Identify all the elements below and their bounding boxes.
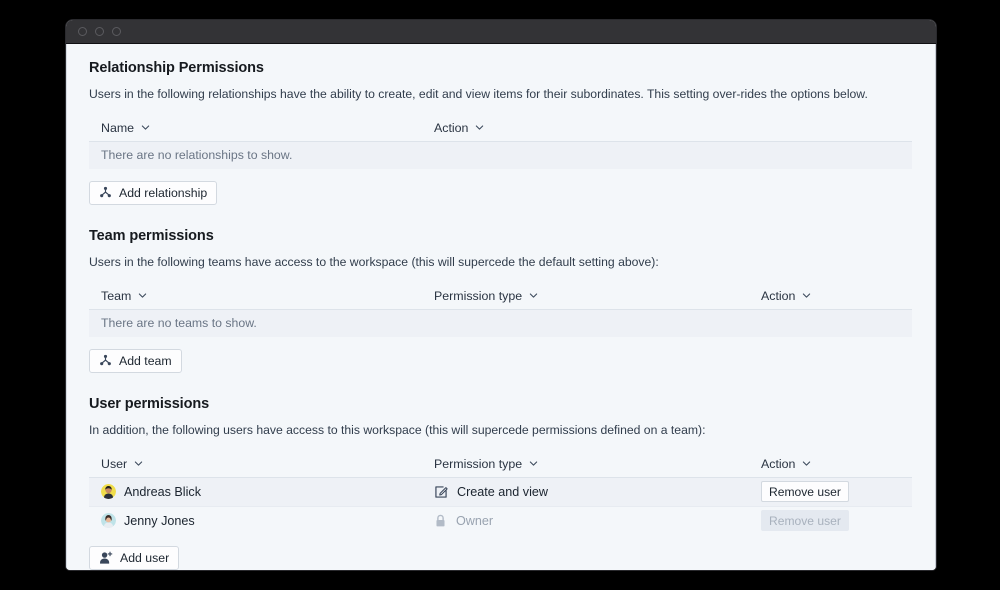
avatar — [101, 513, 116, 529]
permission-type-label: Create and view — [457, 484, 549, 499]
column-header-permission-type-label: Permission type — [434, 289, 523, 304]
add-relationship-button[interactable]: Add relationship — [89, 180, 218, 205]
remove-user-button-label: Remove user — [769, 513, 841, 528]
avatar — [101, 484, 116, 500]
relationship-table: Name Action There are no relationships t… — [89, 116, 912, 169]
screenshot-root: Relationship Permissions Users in the fo… — [0, 0, 1000, 590]
chevron-down-icon — [802, 291, 811, 300]
lock-icon — [434, 514, 447, 528]
hierarchy-icon — [99, 186, 112, 199]
team-empty-state: There are no teams to show. — [89, 309, 912, 337]
chevron-down-icon — [134, 459, 143, 468]
chevron-down-icon — [802, 459, 811, 468]
column-header-action-label: Action — [761, 457, 796, 472]
column-header-user-label: User — [101, 457, 128, 472]
team-table-header: Team Permission type Action — [89, 284, 912, 310]
add-team-button-label: Add team — [119, 353, 172, 368]
edit-square-icon — [434, 485, 448, 499]
user-table: User Permission type Action Andreas Blic… — [89, 452, 912, 535]
chevron-down-icon — [138, 291, 147, 300]
column-header-name-label: Name — [101, 121, 135, 136]
column-header-permission-type[interactable]: Permission type — [434, 289, 761, 303]
relationship-empty-state: There are no relationships to show. — [89, 141, 912, 169]
user-name: Jenny Jones — [124, 513, 195, 528]
column-header-action[interactable]: Action — [434, 121, 484, 135]
user-name: Andreas Blick — [124, 484, 201, 499]
user-section-description: In addition, the following users have ac… — [89, 422, 706, 437]
user-section-title: User permissions — [89, 395, 210, 412]
add-user-row: Add user — [89, 545, 913, 570]
remove-user-button-label: Remove user — [769, 484, 841, 499]
zoom-window-button[interactable] — [112, 27, 121, 36]
add-user-button-label: Add user — [120, 550, 170, 565]
chevron-down-icon — [529, 291, 538, 300]
team-section-title: Team permissions — [89, 227, 214, 244]
user-cell: Andreas Blick — [101, 484, 434, 500]
permission-type-cell: Create and view — [434, 485, 761, 499]
add-relationship-button-label: Add relationship — [119, 185, 208, 200]
remove-user-button[interactable]: Remove user — [761, 481, 849, 503]
action-cell: Remove user — [761, 481, 849, 503]
action-cell: Remove user — [761, 510, 849, 532]
team-table: Team Permission type Action There are no… — [89, 284, 912, 337]
column-header-action-label: Action — [434, 121, 469, 136]
chevron-down-icon — [141, 123, 150, 132]
add-team-button[interactable]: Add team — [89, 348, 182, 373]
user-table-header: User Permission type Action — [89, 452, 912, 478]
table-row[interactable]: Jenny Jones Owner Remove user — [89, 507, 912, 535]
column-header-action-label: Action — [761, 289, 796, 304]
column-header-team-label: Team — [101, 289, 132, 304]
add-user-icon — [99, 551, 113, 565]
team-section-description: Users in the following teams have access… — [89, 254, 659, 269]
add-team-row: Add team — [89, 348, 913, 373]
user-cell: Jenny Jones — [101, 513, 434, 529]
permission-type-label: Owner — [456, 513, 494, 528]
permission-type-cell: Owner — [434, 514, 761, 528]
column-header-name[interactable]: Name — [101, 121, 434, 135]
hierarchy-icon — [99, 354, 112, 367]
column-header-team[interactable]: Team — [101, 289, 434, 303]
column-header-permission-type-label: Permission type — [434, 457, 523, 472]
column-header-permission-type[interactable]: Permission type — [434, 457, 761, 471]
close-window-button[interactable] — [78, 27, 87, 36]
window-content: Relationship Permissions Users in the fo… — [66, 44, 936, 570]
relationship-section-title: Relationship Permissions — [89, 60, 264, 76]
remove-user-button: Remove user — [761, 510, 849, 532]
add-relationship-row: Add relationship — [89, 180, 913, 205]
minimize-window-button[interactable] — [95, 27, 104, 36]
chevron-down-icon — [529, 459, 538, 468]
app-window: Relationship Permissions Users in the fo… — [66, 20, 936, 570]
table-row[interactable]: Andreas Blick Create and view Remove use… — [89, 477, 912, 507]
column-header-action[interactable]: Action — [761, 289, 811, 303]
add-user-button[interactable]: Add user — [89, 545, 180, 570]
relationship-section-description: Users in the following relationships hav… — [89, 87, 868, 101]
relationship-table-header: Name Action — [89, 116, 912, 142]
column-header-user[interactable]: User — [101, 457, 434, 471]
window-titlebar — [66, 20, 936, 44]
chevron-down-icon — [475, 123, 484, 132]
column-header-action[interactable]: Action — [761, 457, 811, 471]
